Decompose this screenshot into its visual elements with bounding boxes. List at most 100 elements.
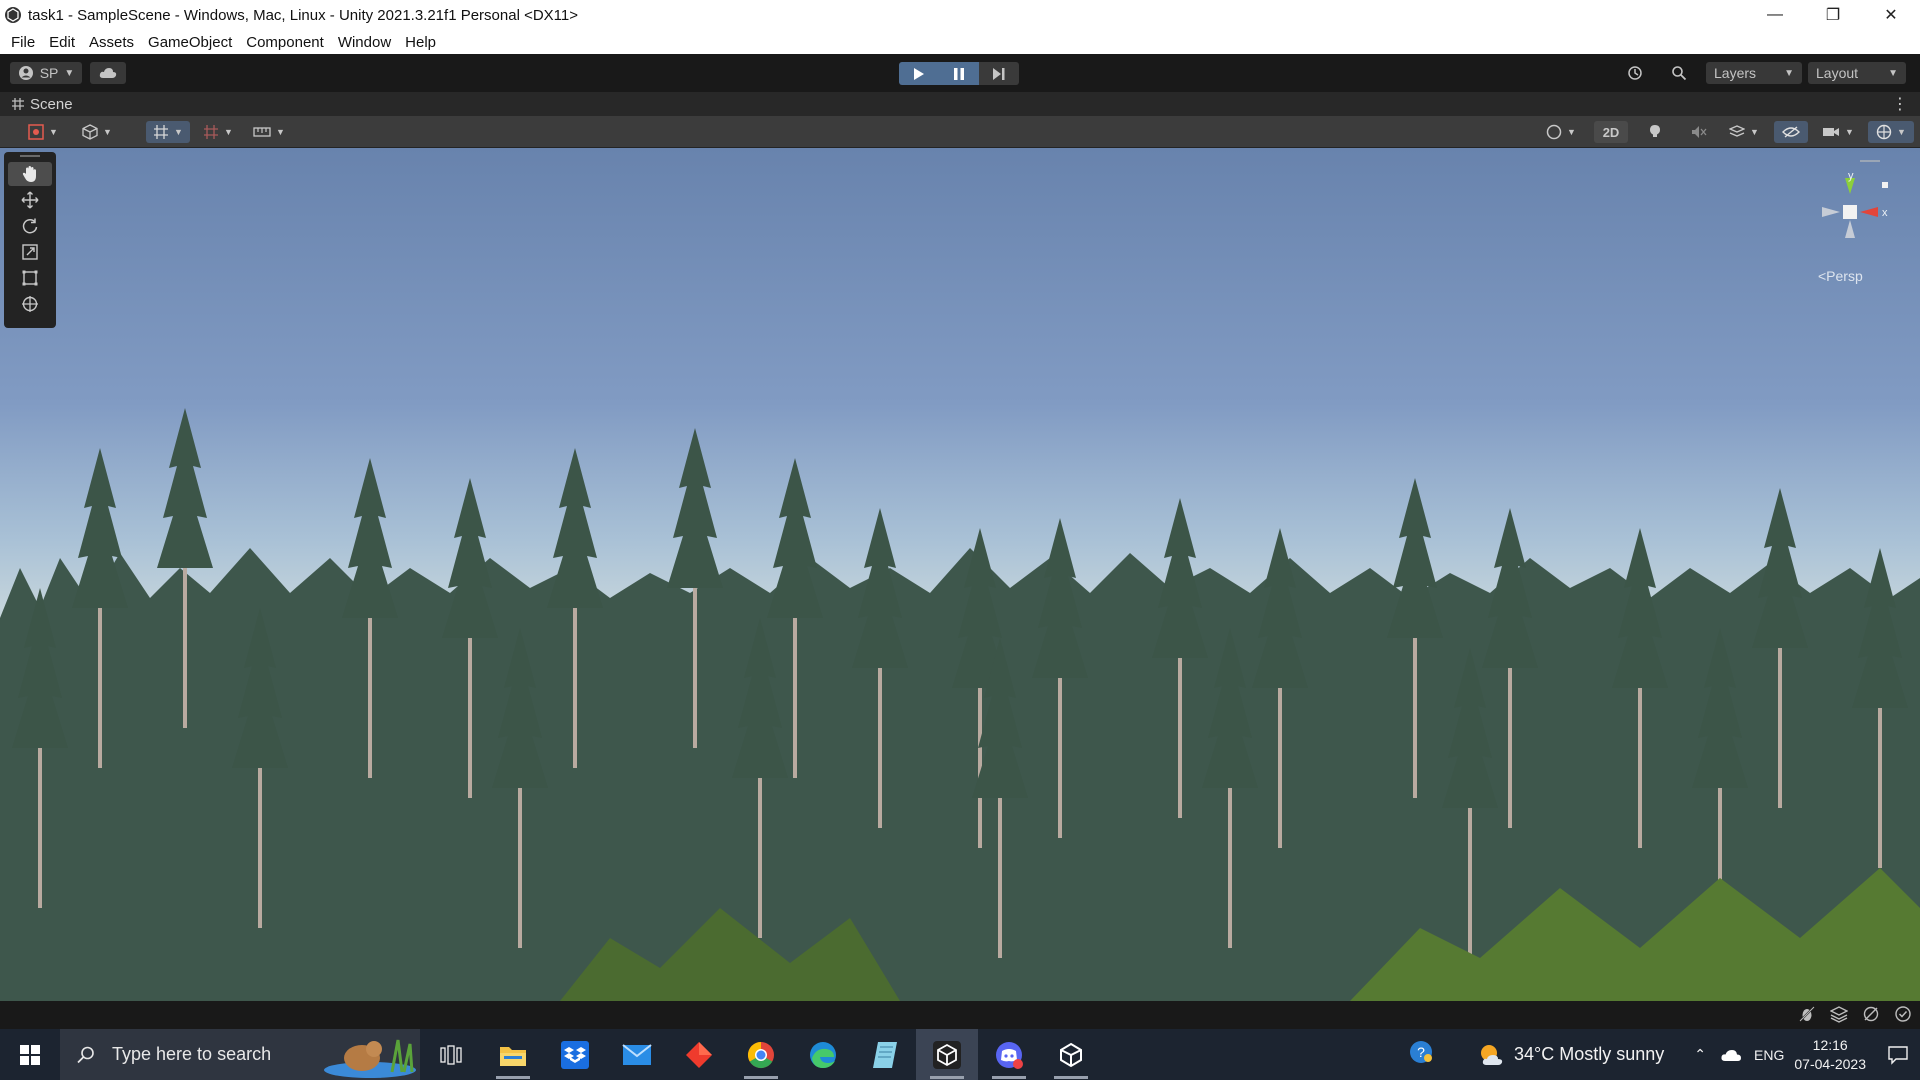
taskbar-app-anydesk[interactable] — [668, 1029, 730, 1080]
render-mode-dropdown[interactable]: ▼ — [74, 121, 120, 143]
tab-scene[interactable]: Scene — [0, 92, 73, 116]
mode-2d-toggle[interactable]: 2D — [1594, 121, 1628, 143]
help-icon: ? — [1410, 1041, 1433, 1063]
unity-icon — [1060, 1042, 1082, 1067]
menu-gameobject[interactable]: GameObject — [141, 34, 239, 51]
move-tool-button[interactable] — [8, 188, 52, 212]
more-options-icon[interactable]: ⋮ — [1892, 94, 1908, 114]
onedrive-cloud-icon[interactable] — [1720, 1048, 1742, 1062]
rotate-tool-button[interactable] — [8, 214, 52, 238]
cube-icon — [82, 124, 98, 140]
search-placeholder: Type here to search — [112, 1044, 272, 1064]
account-dropdown[interactable]: SP ▼ — [10, 62, 82, 84]
cloud-icon — [99, 68, 117, 78]
language-indicator[interactable]: ENG — [1754, 1047, 1784, 1063]
taskbar-clock[interactable]: 12:16 07-04-2023 — [1794, 1036, 1866, 1074]
lightbulb-icon — [1650, 125, 1660, 137]
grid-icon — [154, 125, 169, 139]
taskbar-app-discord[interactable] — [978, 1029, 1040, 1080]
draw-mode-dropdown[interactable]: ▼ — [20, 121, 66, 143]
network-off-icon[interactable] — [1862, 1005, 1880, 1023]
menu-assets[interactable]: Assets — [82, 34, 141, 51]
taskbar-app-dropbox[interactable] — [544, 1029, 606, 1080]
effects-layers-icon — [1729, 125, 1746, 137]
layout-label: Layout — [1816, 65, 1859, 81]
layers-dropdown[interactable]: Layers ▼ — [1706, 62, 1802, 84]
history-icon — [1628, 66, 1642, 80]
taskbar-app-unity-editor[interactable] — [1040, 1029, 1102, 1080]
taskbar-app-unity-hub[interactable] — [916, 1029, 978, 1080]
clock-date: 07-04-2023 — [1794, 1055, 1866, 1072]
playmode-controls — [899, 62, 1019, 85]
cloud-button[interactable] — [90, 62, 126, 84]
step-button[interactable] — [979, 62, 1019, 85]
debug-bug-icon[interactable] — [1798, 1005, 1816, 1023]
svg-text:?: ? — [1417, 1044, 1425, 1060]
layers-stack-icon[interactable] — [1830, 1005, 1848, 1023]
taskbar-app-notes[interactable] — [854, 1029, 916, 1080]
undo-history-button[interactable] — [1618, 62, 1652, 84]
scene-view-toolbar: ▼ ▼ ▼ ▼ ▼ ▼ 2D ▼ ▼ ▼ — [0, 116, 1920, 148]
mail-icon — [622, 1043, 652, 1065]
lighting-toggle[interactable] — [1638, 121, 1672, 143]
menu-bar: File Edit Assets GameObject Component Wi… — [0, 30, 1920, 54]
gizmo-x-label: x — [1882, 207, 1888, 219]
scene-viewport[interactable] — [0, 148, 1920, 1001]
transform-icon — [22, 296, 38, 312]
audio-toggle[interactable] — [1682, 121, 1716, 143]
projection-toggle[interactable]: <Persp — [1818, 268, 1863, 284]
search-button[interactable] — [1662, 62, 1696, 84]
menu-component[interactable]: Component — [239, 34, 331, 51]
transform-tool-button[interactable] — [8, 292, 52, 316]
menu-edit[interactable]: Edit — [42, 34, 82, 51]
axis-gizmo-icon: y x — [1822, 170, 1888, 238]
chevron-down-icon: ▼ — [1567, 127, 1576, 137]
sun-cloud-icon — [1481, 1044, 1503, 1065]
windows-logo-icon — [20, 1044, 40, 1065]
taskbar-app-chrome[interactable] — [730, 1029, 792, 1080]
menu-file[interactable]: File — [4, 34, 42, 51]
gizmo-drag-handle[interactable] — [1860, 160, 1880, 162]
grid-toggle-button[interactable]: ▼ — [146, 121, 190, 143]
rect-tool-button[interactable] — [8, 266, 52, 290]
draw-mode-icon — [28, 124, 44, 140]
layers-label: Layers — [1714, 65, 1757, 81]
taskbar-search-box[interactable]: Type here to search — [60, 1029, 420, 1080]
chevron-up-icon[interactable]: ⌃ — [1694, 1046, 1706, 1063]
start-button[interactable] — [0, 1029, 60, 1080]
taskbar-app-file-explorer[interactable] — [482, 1029, 544, 1080]
menu-window[interactable]: Window — [331, 34, 398, 51]
hand-tool-button[interactable] — [8, 162, 52, 186]
pause-button[interactable] — [939, 62, 979, 85]
effects-dropdown[interactable]: ▼ — [1722, 121, 1766, 143]
task-view-icon — [440, 1044, 462, 1065]
play-button[interactable] — [899, 62, 939, 85]
weather-widget[interactable]: 34°C Mostly sunny — [1478, 1043, 1664, 1067]
scene-visibility-toggle[interactable] — [1774, 121, 1808, 143]
task-view-button[interactable] — [420, 1029, 482, 1080]
hand-icon — [22, 166, 36, 182]
ruler-icon — [253, 127, 271, 137]
notepad-icon — [873, 1041, 897, 1068]
layout-dropdown[interactable]: Layout ▼ — [1808, 62, 1906, 84]
increment-snap-dropdown[interactable]: ▼ — [248, 121, 290, 143]
taskbar-app-mail[interactable] — [606, 1029, 668, 1080]
gizmos-dropdown[interactable]: ▼ — [1868, 121, 1914, 143]
close-button[interactable]: ✕ — [1862, 0, 1920, 30]
maximize-button[interactable]: ❐ — [1804, 0, 1862, 30]
scale-tool-button[interactable] — [8, 240, 52, 264]
panel-drag-handle[interactable] — [4, 152, 56, 160]
dropbox-icon — [561, 1040, 589, 1069]
snap-increment-dropdown[interactable]: ▼ — [198, 121, 238, 143]
help-tray-button[interactable]: ? — [1408, 1039, 1434, 1070]
system-tray: ? 34°C Mostly sunny ⌃ ENG 12:16 07-04-20… — [1408, 1029, 1920, 1080]
minimize-button[interactable]: — — [1746, 0, 1804, 30]
sphere-icon — [1546, 124, 1562, 140]
camera-settings-dropdown[interactable]: ▼ — [1816, 121, 1860, 143]
shading-mode-dropdown[interactable]: ▼ — [1540, 121, 1582, 143]
edge-icon — [810, 1041, 836, 1068]
notification-center-button[interactable] — [1876, 1045, 1920, 1065]
menu-help[interactable]: Help — [398, 34, 443, 51]
taskbar-app-edge[interactable] — [792, 1029, 854, 1080]
check-circle-icon[interactable] — [1894, 1005, 1912, 1023]
